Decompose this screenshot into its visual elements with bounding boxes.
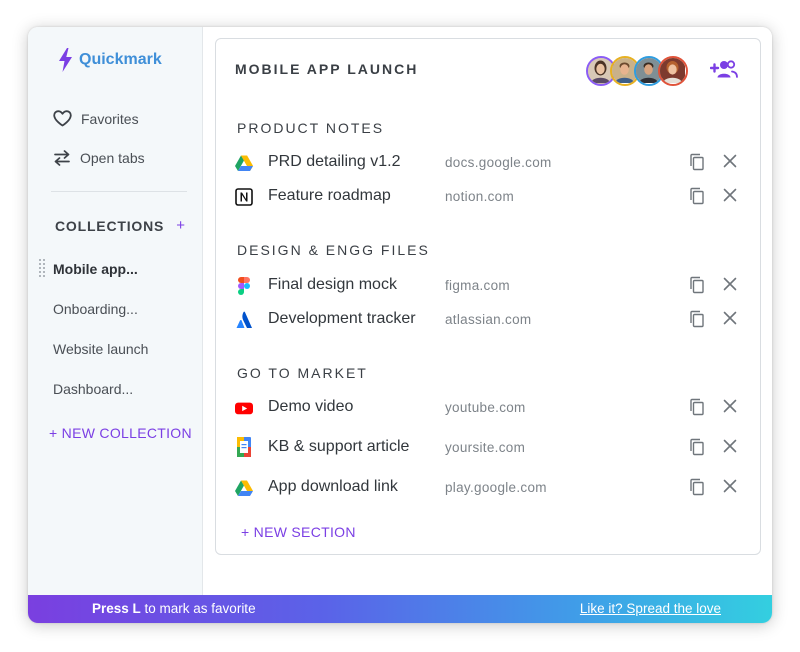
collection-card: MOBILE APP LAUNCH PRODUCT NOTES PRD deta… bbox=[215, 38, 761, 555]
collection-item-dashboard[interactable]: Dashboard... bbox=[53, 381, 133, 397]
sidebar-item-label: Open tabs bbox=[80, 150, 145, 166]
new-section-button[interactable]: + NEW SECTION bbox=[241, 524, 356, 540]
youtube-icon bbox=[235, 402, 253, 415]
sidebar-item-open-tabs[interactable]: Open tabs bbox=[53, 150, 145, 166]
link-row[interactable]: Demo video youtube.com bbox=[235, 396, 741, 420]
link-name[interactable]: App download link bbox=[268, 478, 398, 496]
link-row[interactable]: Final design mock figma.com bbox=[235, 274, 741, 298]
copy-icon[interactable] bbox=[689, 438, 705, 456]
close-icon[interactable] bbox=[722, 276, 738, 292]
brand[interactable]: Quickmark bbox=[58, 48, 162, 72]
link-domain: play.google.com bbox=[445, 480, 547, 495]
collections-label: COLLECTIONS bbox=[55, 217, 165, 234]
swap-arrows-icon bbox=[54, 150, 70, 166]
link-name[interactable]: Final design mock bbox=[268, 276, 397, 294]
close-icon[interactable] bbox=[722, 187, 738, 203]
link-domain: notion.com bbox=[445, 189, 515, 204]
link-name[interactable]: Demo video bbox=[268, 398, 353, 416]
notion-icon bbox=[235, 188, 253, 206]
add-people-icon[interactable] bbox=[710, 59, 738, 79]
collection-item-website-launch[interactable]: Website launch bbox=[53, 341, 148, 357]
copy-icon[interactable] bbox=[689, 478, 705, 496]
google-docs-icon bbox=[237, 437, 251, 457]
link-name[interactable]: PRD detailing v1.2 bbox=[268, 153, 401, 171]
new-collection-button[interactable]: + NEW COLLECTION bbox=[49, 425, 192, 441]
sidebar-item-favorites[interactable]: Favorites bbox=[53, 110, 139, 127]
google-drive-icon bbox=[235, 155, 253, 171]
atlassian-icon bbox=[236, 311, 252, 328]
section-title: PRODUCT NOTES bbox=[237, 120, 385, 136]
copy-icon[interactable] bbox=[689, 187, 705, 205]
spread-love-link[interactable]: Like it? Spread the love bbox=[580, 601, 721, 616]
link-row[interactable]: Feature roadmap notion.com bbox=[235, 185, 741, 209]
sidebar: Quickmark Favorites Open tabs COLLECTION… bbox=[28, 27, 203, 595]
heart-icon bbox=[53, 110, 72, 127]
copy-icon[interactable] bbox=[689, 276, 705, 294]
link-domain: yoursite.com bbox=[445, 440, 526, 455]
hint-text: to mark as favorite bbox=[140, 601, 256, 616]
copy-icon[interactable] bbox=[689, 310, 705, 328]
link-row[interactable]: App download link play.google.com bbox=[235, 476, 741, 500]
close-icon[interactable] bbox=[722, 310, 738, 326]
link-domain: youtube.com bbox=[445, 400, 526, 415]
close-icon[interactable] bbox=[722, 438, 738, 454]
link-domain: docs.google.com bbox=[445, 155, 552, 170]
link-name[interactable]: Development tracker bbox=[268, 310, 416, 328]
avatar[interactable] bbox=[658, 56, 688, 86]
copy-icon[interactable] bbox=[689, 153, 705, 171]
sidebar-divider bbox=[51, 191, 187, 192]
collection-item-mobile-app[interactable]: Mobile app... bbox=[53, 261, 138, 277]
link-domain: figma.com bbox=[445, 278, 510, 293]
section-title: DESIGN & ENGG FILES bbox=[237, 242, 430, 258]
link-domain: atlassian.com bbox=[445, 312, 532, 327]
link-row[interactable]: KB & support article yoursite.com bbox=[235, 436, 741, 460]
collection-title: MOBILE APP LAUNCH bbox=[235, 61, 419, 77]
collections-header: COLLECTIONS + bbox=[55, 217, 185, 234]
link-name[interactable]: KB & support article bbox=[268, 438, 409, 456]
link-row[interactable]: Development tracker atlassian.com bbox=[235, 308, 741, 332]
collection-item-onboarding[interactable]: Onboarding... bbox=[53, 301, 138, 317]
close-icon[interactable] bbox=[722, 478, 738, 494]
lightning-bolt-icon bbox=[59, 48, 72, 72]
close-icon[interactable] bbox=[722, 398, 738, 414]
app-window: Quickmark Favorites Open tabs COLLECTION… bbox=[28, 27, 772, 623]
link-row[interactable]: PRD detailing v1.2 docs.google.com bbox=[235, 151, 741, 175]
copy-icon[interactable] bbox=[689, 398, 705, 416]
figma-icon bbox=[238, 277, 250, 295]
close-icon[interactable] bbox=[722, 153, 738, 169]
add-collection-button[interactable]: + bbox=[176, 217, 185, 234]
footer-hint: Press L to mark as favorite bbox=[92, 601, 256, 616]
drag-handle-icon[interactable] bbox=[39, 259, 45, 279]
sidebar-item-label: Favorites bbox=[81, 110, 139, 127]
link-name[interactable]: Feature roadmap bbox=[268, 187, 391, 205]
brand-name: Quickmark bbox=[79, 51, 162, 68]
google-drive-icon bbox=[235, 480, 253, 496]
hint-key: Press L bbox=[92, 601, 141, 616]
footer-bar: Press L to mark as favorite Like it? Spr… bbox=[28, 595, 772, 623]
section-title: GO TO MARKET bbox=[237, 365, 368, 381]
